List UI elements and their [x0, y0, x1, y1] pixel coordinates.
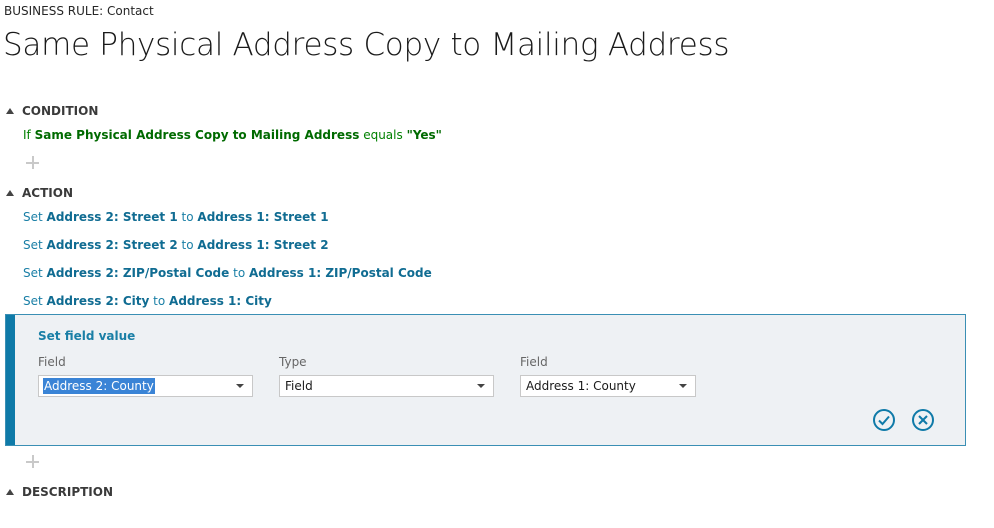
condition-field: Same Physical Address Copy to Mailing Ad… — [34, 128, 360, 142]
to-word: to — [181, 238, 194, 252]
page-title: Same Physical Address Copy to Mailing Ad… — [3, 27, 730, 63]
condition-rule[interactable]: If Same Physical Address Copy to Mailing… — [23, 128, 442, 142]
action-target: Address 2: Street 1 — [46, 210, 178, 224]
to-word: to — [153, 294, 166, 308]
type-value: Field — [285, 379, 313, 393]
collapse-icon[interactable] — [6, 189, 14, 196]
chevron-down-icon[interactable] — [236, 384, 244, 388]
action-target: Address 2: City — [46, 294, 150, 308]
checkmark-icon — [878, 415, 890, 426]
add-action-plus-icon[interactable] — [26, 455, 39, 468]
description-heading: DESCRIPTION — [22, 485, 114, 499]
source-field-select[interactable]: Address 1: County — [520, 375, 696, 397]
set-word: Set — [23, 266, 43, 280]
confirm-button[interactable] — [873, 409, 895, 431]
target-field-label: Field — [38, 355, 66, 369]
action-item[interactable]: Set Address 2: City to Address 1: City — [23, 294, 272, 308]
set-word: Set — [23, 210, 43, 224]
cancel-button[interactable] — [912, 409, 934, 431]
type-select[interactable]: Field — [279, 375, 494, 397]
collapse-icon[interactable] — [6, 488, 14, 495]
description-section-header[interactable]: DESCRIPTION — [6, 485, 113, 499]
condition-prefix: If — [23, 128, 31, 142]
to-word: to — [233, 266, 246, 280]
action-heading: ACTION — [22, 186, 73, 200]
source-field-label: Field — [520, 355, 548, 369]
set-word: Set — [23, 238, 43, 252]
action-item[interactable]: Set Address 2: Street 1 to Address 1: St… — [23, 210, 329, 224]
action-item[interactable]: Set Address 2: ZIP/Postal Code to Addres… — [23, 266, 432, 280]
add-condition-plus-icon[interactable] — [26, 156, 39, 169]
breadcrumb: BUSINESS RULE: Contact — [4, 4, 154, 18]
chevron-down-icon[interactable] — [477, 384, 485, 388]
collapse-icon[interactable] — [6, 107, 14, 114]
condition-section-header[interactable]: CONDITION — [6, 104, 98, 118]
panel-accent-bar — [6, 315, 15, 445]
condition-heading: CONDITION — [22, 104, 99, 118]
editor-title: Set field value — [38, 329, 136, 343]
close-icon — [918, 415, 928, 425]
target-field-select[interactable]: Address 2: County — [38, 375, 253, 397]
to-word: to — [181, 210, 194, 224]
action-item[interactable]: Set Address 2: Street 2 to Address 1: St… — [23, 238, 329, 252]
action-source: Address 1: City — [169, 294, 272, 308]
chevron-down-icon[interactable] — [679, 384, 687, 388]
action-source: Address 1: Street 1 — [197, 210, 329, 224]
action-source: Address 1: Street 2 — [197, 238, 329, 252]
action-source: Address 1: ZIP/Postal Code — [249, 266, 432, 280]
action-target: Address 2: Street 2 — [46, 238, 178, 252]
action-section-header[interactable]: ACTION — [6, 186, 73, 200]
condition-operator: equals — [363, 128, 403, 142]
type-label: Type — [279, 355, 307, 369]
source-field-value: Address 1: County — [526, 379, 636, 393]
set-field-value-editor: Set field value Field Address 2: County … — [5, 314, 966, 446]
target-field-value: Address 2: County — [43, 378, 155, 394]
condition-value: "Yes" — [406, 128, 442, 142]
set-word: Set — [23, 294, 43, 308]
action-target: Address 2: ZIP/Postal Code — [46, 266, 230, 280]
